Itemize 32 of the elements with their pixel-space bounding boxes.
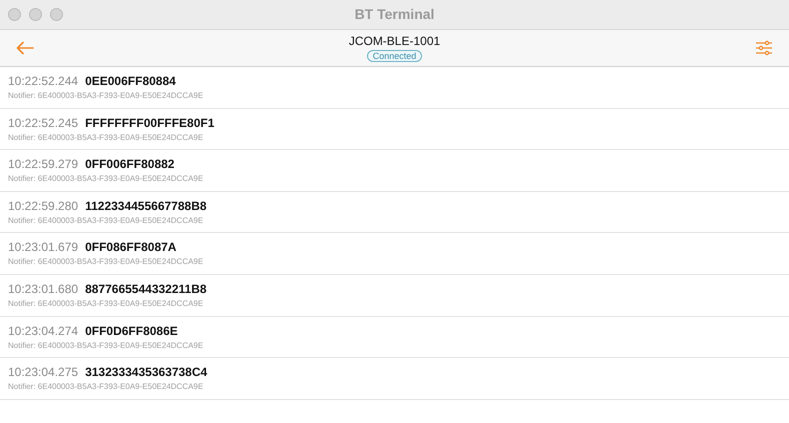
timestamp: 10:22:59.279	[8, 156, 78, 172]
notifier-id: Notifier: 6E400003-B5A3-F393-E0A9-E50E24DCCA9E	[8, 132, 204, 143]
settings-icon[interactable]	[755, 40, 773, 56]
notifier-id: Notifier: 6E400003-B5A3-F393-E0A9-E50E24DCCA9E	[8, 382, 204, 392]
timestamp: 10:23:01.680	[8, 280, 78, 297]
data-value: 1122334455667788B8	[85, 198, 207, 214]
notifier-id: Notifier: 6E400003-B5A3-F393-E0A9-E50E24DCCA9E	[8, 91, 204, 101]
window-title: BT Terminal	[354, 5, 434, 24]
window-control[interactable]	[29, 8, 42, 21]
data-value: 3132333435363738C4	[85, 364, 208, 380]
window-control[interactable]	[8, 8, 21, 21]
data-value: 0EE006FF80884	[85, 73, 176, 89]
back-arrow-icon[interactable]	[16, 41, 34, 55]
status-badge: Connected	[366, 50, 422, 62]
device-name: JCOM-BLE-1001	[348, 34, 440, 49]
data-value: 0FF0D6FF8086E	[85, 322, 178, 339]
data-value: 0FF086FF8087A	[85, 239, 176, 256]
notifier-id: Notifier: 6E400003-B5A3-F393-E0A9-E50E24DCCA9E	[8, 298, 204, 309]
timestamp: 10:22:52.244	[8, 73, 78, 89]
notifier-id: Notifier: 6E400003-B5A3-F393-E0A9-E50E24DCCA9E	[8, 257, 204, 268]
notifier-id: Notifier: 6E400003-B5A3-F393-E0A9-E50E24DCCA9E	[8, 174, 204, 184]
timestamp: 10:22:52.245	[8, 114, 78, 131]
data-value: FFFFFFFF00FFFE80F1	[85, 114, 214, 131]
timestamp: 10:23:04.274	[8, 322, 78, 339]
timestamp: 10:23:04.275	[8, 364, 78, 380]
window-control[interactable]	[50, 8, 63, 21]
timestamp: 10:22:59.280	[8, 198, 78, 214]
notifier-id: Notifier: 6E400003-B5A3-F393-E0A9-E50E24DCCA9E	[8, 340, 204, 351]
notifier-id: Notifier: 6E400003-B5A3-F393-E0A9-E50E24DCCA9E	[8, 216, 204, 226]
timestamp: 10:23:01.679	[8, 239, 78, 256]
data-value: 8877665544332211B8	[85, 280, 207, 297]
data-value: 0FF006FF80882	[85, 156, 174, 172]
